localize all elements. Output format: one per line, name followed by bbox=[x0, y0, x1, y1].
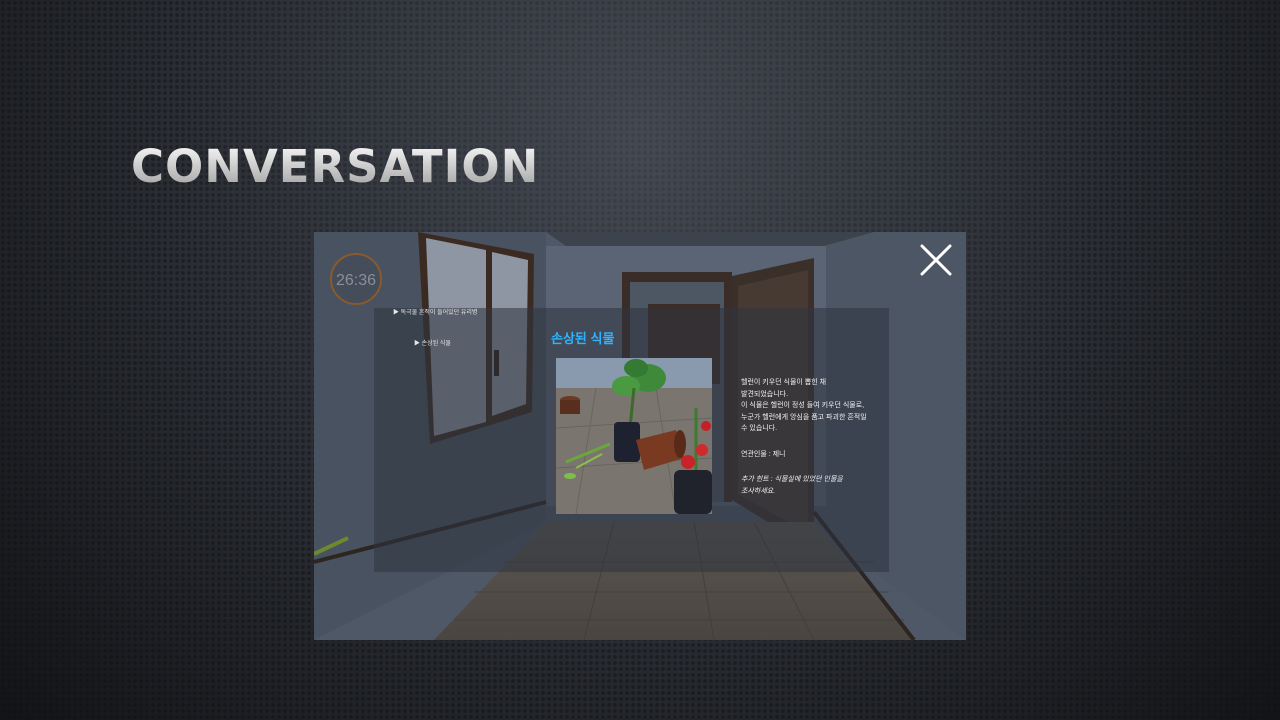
description-line: 발견되었습니다. bbox=[741, 390, 789, 398]
game-screenshot: 26:36 ▶ 독극물 흔적이 들어있던 유리병 ▶ 손상된 식물 손상된 식물 bbox=[314, 232, 966, 640]
hint-line: 추가 힌트 : 식물실에 있었던 인물을 bbox=[741, 476, 843, 483]
countdown-timer: 26:36 bbox=[330, 253, 382, 305]
slide-title: CONVERSATION bbox=[131, 140, 540, 193]
damaged-plant-image bbox=[556, 358, 712, 514]
description-line: 헬런이 키우던 식물이 뽑힌 채 bbox=[741, 379, 827, 386]
description-line: 수 있습니다. bbox=[741, 425, 778, 432]
clue-item-glass-bottle[interactable]: ▶ 독극물 흔적이 들어있던 유리병 bbox=[393, 307, 477, 316]
related-person: 연관인물 : 제니 bbox=[741, 450, 786, 458]
hint-line: 조사하세요. bbox=[741, 487, 776, 495]
popup-description: 헬런이 키우던 식물이 뽑힌 채 발견되었습니다. 이 식물은 헬런이 정성 들… bbox=[741, 377, 891, 497]
description-line: 이 식물은 헬런이 정성 들여 키우던 식물로, bbox=[741, 402, 865, 409]
clue-item-damaged-plant[interactable]: ▶ 손상된 식물 bbox=[414, 338, 451, 347]
popup-title: 손상된 식물 bbox=[551, 331, 615, 346]
description-line: 누군가 헬런에게 앙심을 품고 파괴한 흔적일 bbox=[741, 413, 867, 421]
close-button[interactable] bbox=[918, 242, 954, 278]
close-x-icon bbox=[920, 244, 952, 276]
